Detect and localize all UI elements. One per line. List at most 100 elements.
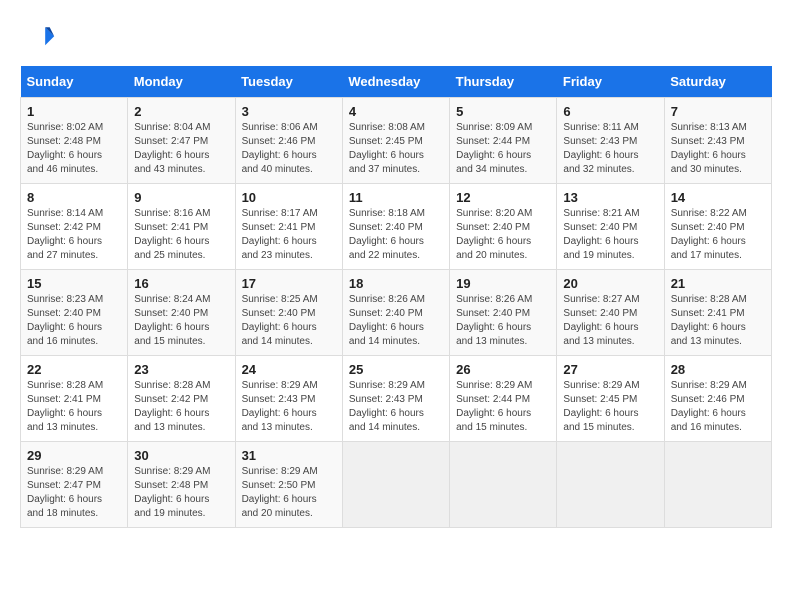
calendar-day-15: 15 Sunrise: 8:23 AMSunset: 2:40 PMDaylig… bbox=[21, 270, 128, 356]
day-number: 27 bbox=[563, 362, 657, 377]
calendar-table: SundayMondayTuesdayWednesdayThursdayFrid… bbox=[20, 66, 772, 528]
calendar-day-14: 14 Sunrise: 8:22 AMSunset: 2:40 PMDaylig… bbox=[664, 184, 771, 270]
day-number: 16 bbox=[134, 276, 228, 291]
calendar-day-5: 5 Sunrise: 8:09 AMSunset: 2:44 PMDayligh… bbox=[450, 98, 557, 184]
calendar-day-2: 2 Sunrise: 8:04 AMSunset: 2:47 PMDayligh… bbox=[128, 98, 235, 184]
day-number: 21 bbox=[671, 276, 765, 291]
calendar-day-31: 31 Sunrise: 8:29 AMSunset: 2:50 PMDaylig… bbox=[235, 442, 342, 528]
calendar-day-18: 18 Sunrise: 8:26 AMSunset: 2:40 PMDaylig… bbox=[342, 270, 449, 356]
day-detail: Sunrise: 8:02 AMSunset: 2:48 PMDaylight:… bbox=[27, 122, 103, 175]
day-number: 6 bbox=[563, 104, 657, 119]
day-detail: Sunrise: 8:13 AMSunset: 2:43 PMDaylight:… bbox=[671, 122, 747, 175]
day-detail: Sunrise: 8:25 AMSunset: 2:40 PMDaylight:… bbox=[242, 294, 318, 347]
day-number: 20 bbox=[563, 276, 657, 291]
day-detail: Sunrise: 8:04 AMSunset: 2:47 PMDaylight:… bbox=[134, 122, 210, 175]
day-number: 18 bbox=[349, 276, 443, 291]
calendar-day-23: 23 Sunrise: 8:28 AMSunset: 2:42 PMDaylig… bbox=[128, 356, 235, 442]
calendar-day-21: 21 Sunrise: 8:28 AMSunset: 2:41 PMDaylig… bbox=[664, 270, 771, 356]
day-number: 10 bbox=[242, 190, 336, 205]
day-detail: Sunrise: 8:24 AMSunset: 2:40 PMDaylight:… bbox=[134, 294, 210, 347]
day-number: 28 bbox=[671, 362, 765, 377]
calendar-day-12: 12 Sunrise: 8:20 AMSunset: 2:40 PMDaylig… bbox=[450, 184, 557, 270]
day-detail: Sunrise: 8:29 AMSunset: 2:47 PMDaylight:… bbox=[27, 466, 103, 519]
day-number: 11 bbox=[349, 190, 443, 205]
calendar-day-29: 29 Sunrise: 8:29 AMSunset: 2:47 PMDaylig… bbox=[21, 442, 128, 528]
day-detail: Sunrise: 8:29 AMSunset: 2:43 PMDaylight:… bbox=[349, 380, 425, 433]
day-number: 13 bbox=[563, 190, 657, 205]
day-detail: Sunrise: 8:18 AMSunset: 2:40 PMDaylight:… bbox=[349, 208, 425, 261]
day-number: 26 bbox=[456, 362, 550, 377]
day-detail: Sunrise: 8:29 AMSunset: 2:48 PMDaylight:… bbox=[134, 466, 210, 519]
calendar-day-8: 8 Sunrise: 8:14 AMSunset: 2:42 PMDayligh… bbox=[21, 184, 128, 270]
calendar-day-9: 9 Sunrise: 8:16 AMSunset: 2:41 PMDayligh… bbox=[128, 184, 235, 270]
day-number: 15 bbox=[27, 276, 121, 291]
calendar-day-19: 19 Sunrise: 8:26 AMSunset: 2:40 PMDaylig… bbox=[450, 270, 557, 356]
day-detail: Sunrise: 8:27 AMSunset: 2:40 PMDaylight:… bbox=[563, 294, 639, 347]
day-detail: Sunrise: 8:28 AMSunset: 2:42 PMDaylight:… bbox=[134, 380, 210, 433]
day-detail: Sunrise: 8:29 AMSunset: 2:45 PMDaylight:… bbox=[563, 380, 639, 433]
day-detail: Sunrise: 8:09 AMSunset: 2:44 PMDaylight:… bbox=[456, 122, 532, 175]
logo bbox=[20, 20, 62, 56]
day-detail: Sunrise: 8:29 AMSunset: 2:44 PMDaylight:… bbox=[456, 380, 532, 433]
day-detail: Sunrise: 8:17 AMSunset: 2:41 PMDaylight:… bbox=[242, 208, 318, 261]
empty-cell bbox=[450, 442, 557, 528]
day-number: 8 bbox=[27, 190, 121, 205]
logo-icon bbox=[20, 20, 56, 56]
day-number: 17 bbox=[242, 276, 336, 291]
day-detail: Sunrise: 8:20 AMSunset: 2:40 PMDaylight:… bbox=[456, 208, 532, 261]
calendar-day-7: 7 Sunrise: 8:13 AMSunset: 2:43 PMDayligh… bbox=[664, 98, 771, 184]
calendar-day-20: 20 Sunrise: 8:27 AMSunset: 2:40 PMDaylig… bbox=[557, 270, 664, 356]
day-detail: Sunrise: 8:06 AMSunset: 2:46 PMDaylight:… bbox=[242, 122, 318, 175]
calendar-day-11: 11 Sunrise: 8:18 AMSunset: 2:40 PMDaylig… bbox=[342, 184, 449, 270]
calendar-day-17: 17 Sunrise: 8:25 AMSunset: 2:40 PMDaylig… bbox=[235, 270, 342, 356]
day-detail: Sunrise: 8:29 AMSunset: 2:43 PMDaylight:… bbox=[242, 380, 318, 433]
calendar-week-3: 15 Sunrise: 8:23 AMSunset: 2:40 PMDaylig… bbox=[21, 270, 772, 356]
day-detail: Sunrise: 8:23 AMSunset: 2:40 PMDaylight:… bbox=[27, 294, 103, 347]
calendar-day-10: 10 Sunrise: 8:17 AMSunset: 2:41 PMDaylig… bbox=[235, 184, 342, 270]
weekday-header-sunday: Sunday bbox=[21, 66, 128, 98]
day-number: 29 bbox=[27, 448, 121, 463]
weekday-header-saturday: Saturday bbox=[664, 66, 771, 98]
calendar-week-4: 22 Sunrise: 8:28 AMSunset: 2:41 PMDaylig… bbox=[21, 356, 772, 442]
day-detail: Sunrise: 8:26 AMSunset: 2:40 PMDaylight:… bbox=[349, 294, 425, 347]
day-number: 24 bbox=[242, 362, 336, 377]
day-detail: Sunrise: 8:28 AMSunset: 2:41 PMDaylight:… bbox=[671, 294, 747, 347]
calendar-day-4: 4 Sunrise: 8:08 AMSunset: 2:45 PMDayligh… bbox=[342, 98, 449, 184]
day-detail: Sunrise: 8:11 AMSunset: 2:43 PMDaylight:… bbox=[563, 122, 638, 175]
calendar-day-27: 27 Sunrise: 8:29 AMSunset: 2:45 PMDaylig… bbox=[557, 356, 664, 442]
day-detail: Sunrise: 8:21 AMSunset: 2:40 PMDaylight:… bbox=[563, 208, 639, 261]
calendar-day-28: 28 Sunrise: 8:29 AMSunset: 2:46 PMDaylig… bbox=[664, 356, 771, 442]
day-number: 14 bbox=[671, 190, 765, 205]
calendar-day-13: 13 Sunrise: 8:21 AMSunset: 2:40 PMDaylig… bbox=[557, 184, 664, 270]
calendar-day-26: 26 Sunrise: 8:29 AMSunset: 2:44 PMDaylig… bbox=[450, 356, 557, 442]
weekday-header-tuesday: Tuesday bbox=[235, 66, 342, 98]
day-detail: Sunrise: 8:26 AMSunset: 2:40 PMDaylight:… bbox=[456, 294, 532, 347]
weekday-header-thursday: Thursday bbox=[450, 66, 557, 98]
calendar-day-22: 22 Sunrise: 8:28 AMSunset: 2:41 PMDaylig… bbox=[21, 356, 128, 442]
day-detail: Sunrise: 8:14 AMSunset: 2:42 PMDaylight:… bbox=[27, 208, 103, 261]
calendar-day-30: 30 Sunrise: 8:29 AMSunset: 2:48 PMDaylig… bbox=[128, 442, 235, 528]
day-number: 7 bbox=[671, 104, 765, 119]
day-detail: Sunrise: 8:16 AMSunset: 2:41 PMDaylight:… bbox=[134, 208, 210, 261]
day-number: 3 bbox=[242, 104, 336, 119]
day-number: 4 bbox=[349, 104, 443, 119]
page-header bbox=[20, 20, 772, 56]
calendar-day-16: 16 Sunrise: 8:24 AMSunset: 2:40 PMDaylig… bbox=[128, 270, 235, 356]
day-number: 22 bbox=[27, 362, 121, 377]
calendar-week-2: 8 Sunrise: 8:14 AMSunset: 2:42 PMDayligh… bbox=[21, 184, 772, 270]
day-number: 25 bbox=[349, 362, 443, 377]
day-number: 30 bbox=[134, 448, 228, 463]
day-number: 5 bbox=[456, 104, 550, 119]
day-number: 9 bbox=[134, 190, 228, 205]
empty-cell bbox=[557, 442, 664, 528]
calendar-day-25: 25 Sunrise: 8:29 AMSunset: 2:43 PMDaylig… bbox=[342, 356, 449, 442]
weekday-header-wednesday: Wednesday bbox=[342, 66, 449, 98]
calendar-day-24: 24 Sunrise: 8:29 AMSunset: 2:43 PMDaylig… bbox=[235, 356, 342, 442]
day-detail: Sunrise: 8:08 AMSunset: 2:45 PMDaylight:… bbox=[349, 122, 425, 175]
day-number: 31 bbox=[242, 448, 336, 463]
day-number: 12 bbox=[456, 190, 550, 205]
calendar-week-5: 29 Sunrise: 8:29 AMSunset: 2:47 PMDaylig… bbox=[21, 442, 772, 528]
day-number: 23 bbox=[134, 362, 228, 377]
empty-cell bbox=[342, 442, 449, 528]
empty-cell bbox=[664, 442, 771, 528]
